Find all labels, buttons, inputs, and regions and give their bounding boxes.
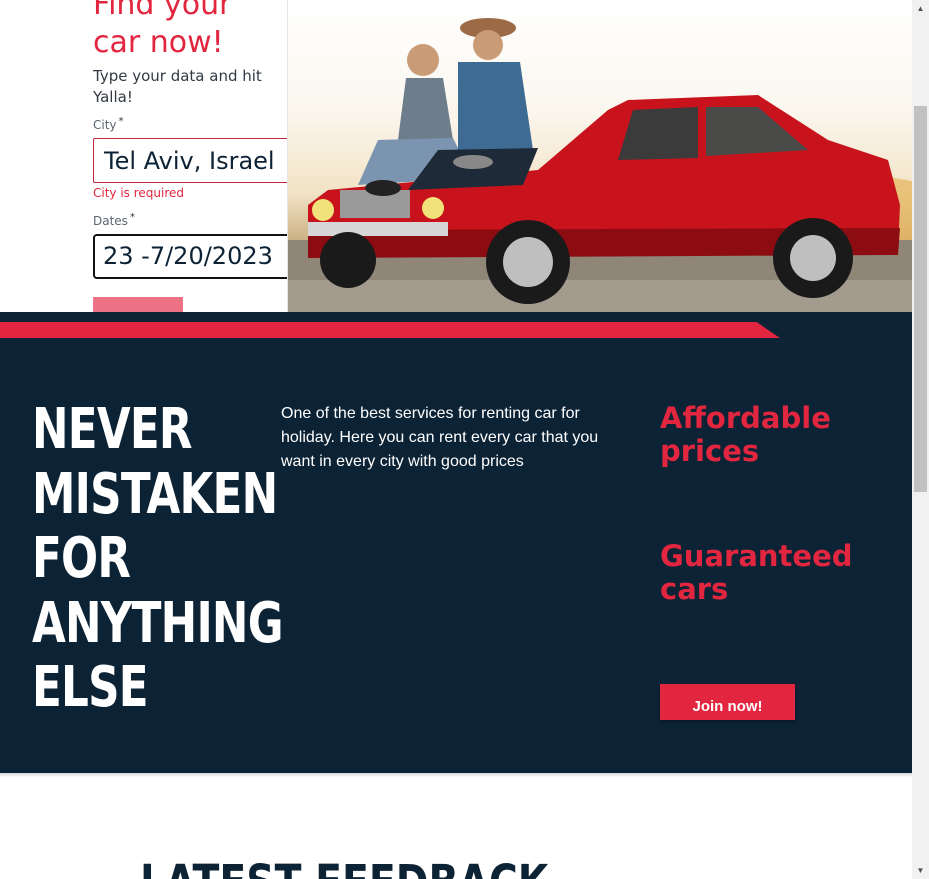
dates-input[interactable]: 23 -7/20/2023 <box>93 234 287 279</box>
dates-input-value: 23 -7/20/2023 <box>103 242 273 270</box>
scroll-up-arrow-icon[interactable]: ▲ <box>912 0 929 17</box>
scrollbar-thumb[interactable] <box>914 106 927 492</box>
hero-section: Find your car now! Type your data and hi… <box>0 0 912 312</box>
required-mark: * <box>118 116 124 127</box>
form-title: Find your car now! <box>93 0 232 60</box>
slogan-line: else <box>32 655 149 720</box>
join-now-button[interactable]: Join now! <box>660 684 795 720</box>
city-label: City * <box>93 116 124 132</box>
city-label-text: City <box>93 118 117 132</box>
service-description: One of the best services for renting car… <box>281 405 599 470</box>
scroll-down-arrow-icon[interactable]: ▼ <box>912 862 929 879</box>
search-form-panel: Find your car now! Type your data and hi… <box>0 0 288 312</box>
couple-on-red-car-image <box>288 18 912 312</box>
slogan-line: anything <box>32 590 284 656</box>
required-mark: * <box>129 212 135 223</box>
city-input[interactable]: Tel Aviv, Israel <box>93 138 287 183</box>
feature-guaranteed-cars: Guaranteed cars <box>660 539 853 606</box>
city-error-message: City is required <box>93 186 185 200</box>
feedback-section-title: LATEST FEEDBACK <box>140 858 548 879</box>
accent-stripe <box>0 322 780 338</box>
city-input-value: Tel Aviv, Israel <box>104 147 275 175</box>
page-scrollbar[interactable]: ▲ ▼ <box>912 0 929 879</box>
band-shadow <box>0 773 912 777</box>
form-subtitle: Type your data and hit Yalla! <box>93 67 262 106</box>
dates-label-text: Dates <box>93 214 128 228</box>
hero-photo <box>288 0 912 312</box>
slogan-heading: Never Mistaken for anything else <box>32 397 284 721</box>
yalla-submit-button[interactable]: Yalla! <box>93 297 183 312</box>
promo-band: Never Mistaken for anything else One of … <box>0 312 912 773</box>
slogan-line: Mistaken <box>32 461 278 527</box>
dates-label: Dates * <box>93 212 135 228</box>
slogan-line: Never <box>32 397 193 462</box>
slogan-line: for <box>32 526 131 591</box>
feature-affordable-prices: Affordable prices <box>660 401 831 468</box>
